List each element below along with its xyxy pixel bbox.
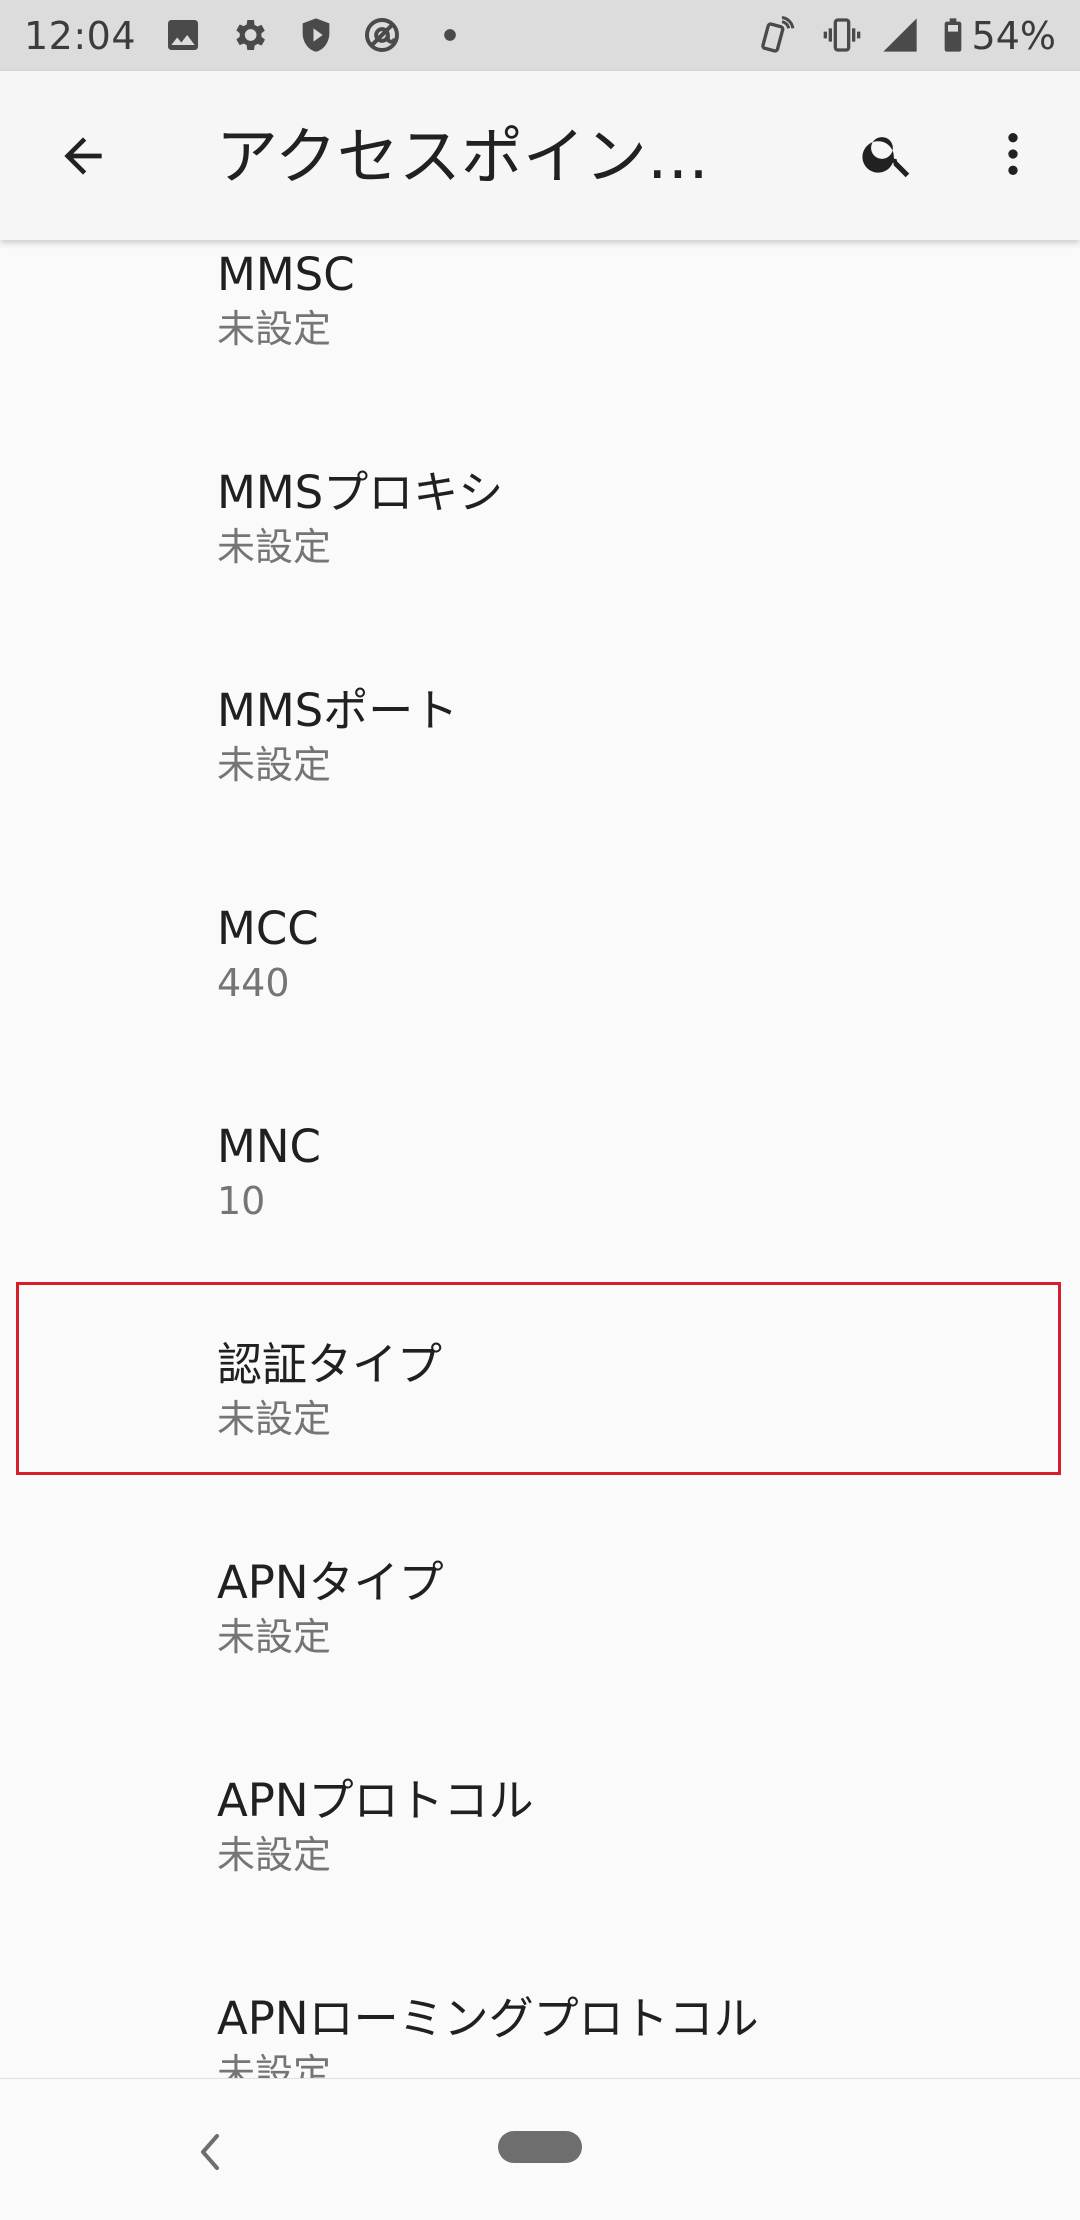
setting-item-apn-protocol[interactable]: APNプロトコル 未設定 (0, 1703, 1080, 1921)
setting-title: APNローミングプロトコル (217, 1992, 759, 2045)
setting-item-mmsc[interactable]: MMSC 未設定 (0, 240, 1080, 395)
setting-item-apn-type[interactable]: APNタイプ 未設定 (0, 1485, 1080, 1703)
setting-title: APNプロトコル (217, 1774, 534, 1827)
setting-title: MMSポート (217, 684, 459, 737)
more-options-button[interactable] (965, 106, 1061, 202)
settings-list: MMSC 未設定 MMSプロキシ 未設定 MMSポート 未設定 MCC 440 … (0, 240, 1080, 2078)
nfc-icon (757, 15, 797, 55)
setting-summary: 440 (217, 961, 290, 1005)
setting-summary: 未設定 (217, 2051, 332, 2078)
nav-back-button[interactable] (180, 2117, 240, 2187)
image-icon (163, 15, 203, 55)
setting-summary: 未設定 (217, 1397, 332, 1441)
setting-title: APNタイプ (217, 1556, 444, 1609)
shield-icon (296, 15, 336, 55)
page-title: アクセスポイント… (216, 120, 756, 193)
signal-icon (880, 15, 920, 55)
home-pill-icon[interactable] (498, 2131, 582, 2163)
status-time: 12:04 (24, 14, 137, 58)
setting-item-auth-type[interactable]: 認証タイプ 未設定 (0, 1267, 1080, 1485)
battery-icon (933, 15, 973, 55)
setting-item-mms-proxy[interactable]: MMSプロキシ 未設定 (0, 395, 1080, 613)
setting-summary: 未設定 (217, 525, 332, 569)
setting-item-apn-roaming-protocol[interactable]: APNローミングプロトコル 未設定 (0, 1921, 1080, 2078)
nav-back-icon (201, 2134, 219, 2170)
search-button[interactable] (840, 106, 936, 202)
arrow-back-icon (64, 137, 102, 175)
battery-percent: 54% (971, 14, 1056, 58)
setting-title: 認証タイプ (217, 1338, 443, 1391)
setting-item-mcc[interactable]: MCC 440 (0, 831, 1080, 1049)
search-icon (862, 137, 910, 178)
vibrate-icon (822, 15, 862, 55)
at-sign-icon (362, 15, 402, 55)
setting-item-mnc[interactable]: MNC 10 (0, 1049, 1080, 1267)
setting-title: MNC (217, 1120, 321, 1173)
setting-title: MMSプロキシ (217, 466, 504, 519)
gear-icon (229, 15, 269, 55)
screen: 12:04 54% アクセスポイント… MMSC 未設定 MMSプロキシ 未設定… (0, 0, 1080, 2220)
setting-summary: 10 (217, 1179, 266, 1223)
status-bar: 12:04 54% (0, 0, 1080, 71)
setting-summary: 未設定 (217, 307, 332, 351)
more-vert-icon (1008, 133, 1018, 175)
setting-title: MCC (217, 902, 319, 955)
dot-icon (430, 15, 470, 55)
app-bar: アクセスポイント… (0, 71, 1080, 240)
setting-summary: 未設定 (217, 1833, 332, 1877)
navigation-bar (0, 2078, 1080, 2220)
back-button[interactable] (35, 108, 131, 204)
setting-summary: 未設定 (217, 1615, 332, 1659)
setting-summary: 未設定 (217, 743, 332, 787)
setting-item-mms-port[interactable]: MMSポート 未設定 (0, 613, 1080, 831)
setting-title: MMSC (217, 248, 355, 301)
